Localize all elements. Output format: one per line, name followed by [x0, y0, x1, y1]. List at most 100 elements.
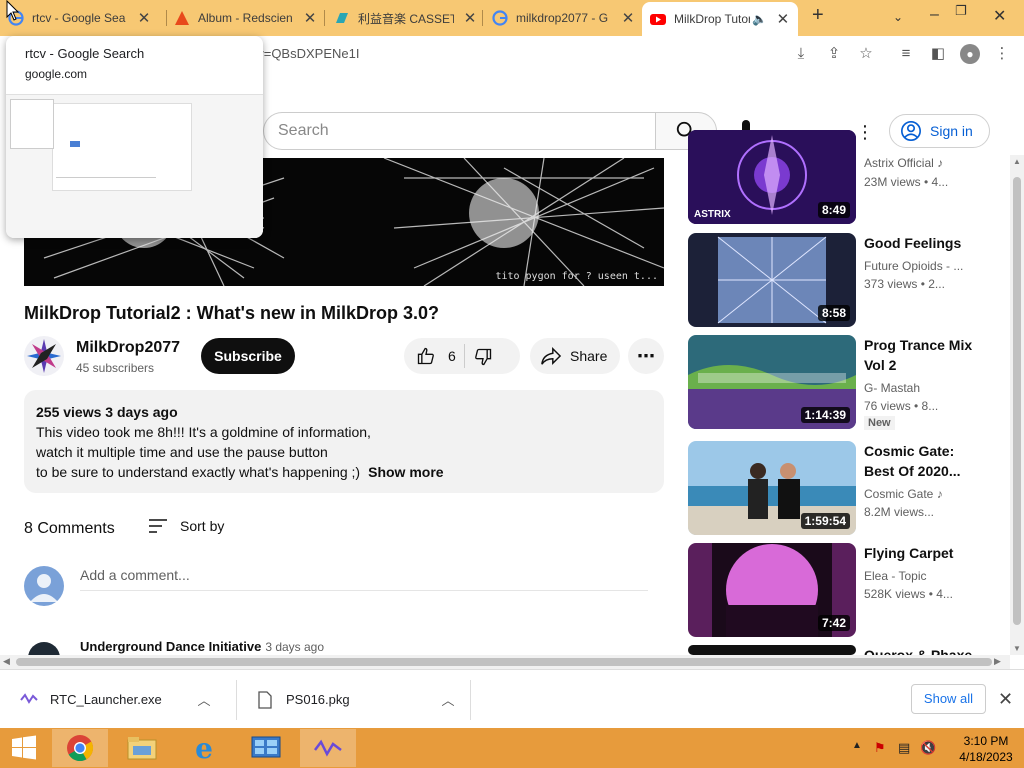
subscriber-count: 45 subscribers	[76, 361, 155, 375]
channel-avatar[interactable]	[24, 336, 64, 376]
channel-name[interactable]: MilkDrop2077	[76, 339, 180, 357]
horizontal-scrollbar[interactable]: ◀ ▶	[0, 655, 1010, 669]
install-app-icon[interactable]: ⤓	[791, 44, 811, 64]
taskbar-chrome[interactable]	[52, 729, 108, 767]
milkdrop-logo-icon	[27, 339, 61, 373]
dislike-button[interactable]	[473, 343, 493, 370]
duration-badge: 7:42	[817, 615, 850, 631]
rec-meta: 23M views • 4...	[864, 175, 949, 189]
show-more-link[interactable]: Show more	[368, 464, 443, 480]
tab-cassette[interactable]: 利益音楽 CASSET ✕	[326, 4, 482, 32]
rec-channel[interactable]: Elea - Topic	[864, 569, 984, 583]
minimize-icon[interactable]: –	[930, 6, 939, 24]
scroll-down-icon[interactable]: ▼	[1013, 644, 1021, 653]
action-center-icon[interactable]: ⚑	[874, 740, 886, 756]
rec-channel[interactable]: G- Mastah	[864, 381, 984, 395]
control-panel-icon	[251, 736, 281, 758]
side-panel-icon[interactable]: ◧	[928, 44, 948, 64]
close-icon[interactable]: ✕	[460, 9, 480, 27]
rec-title[interactable]: Prog Trance Mix Vol 2	[864, 335, 974, 375]
rec-channel[interactable]: Cosmic Gate ♪	[864, 487, 984, 501]
subscribe-button[interactable]: Subscribe	[201, 338, 295, 374]
search-placeholder: Search	[278, 122, 329, 139]
start-button[interactable]	[0, 729, 48, 767]
restore-icon[interactable]: ❐	[955, 3, 967, 19]
close-icon[interactable]: ✕	[998, 689, 1013, 710]
network-icon[interactable]: ▤	[898, 740, 910, 756]
recommendation-item[interactable]: 8:58 Good Feelings Future Opioids - ... …	[688, 233, 998, 327]
recommendation-item[interactable]: 1:14:39 Prog Trance Mix Vol 2 G- Mastah …	[688, 335, 998, 430]
scroll-thumb[interactable]	[1013, 177, 1021, 625]
scroll-thumb[interactable]	[16, 658, 992, 666]
search-input[interactable]: Search	[263, 112, 655, 150]
close-icon[interactable]: ✕	[773, 10, 793, 28]
download-item[interactable]: PS016.pkg ︿	[236, 670, 458, 729]
rec-channel[interactable]: Future Opioids - ...	[864, 259, 984, 273]
speaker-icon[interactable]: 🔈	[752, 12, 767, 26]
person-icon	[30, 574, 58, 602]
tray-overflow-icon[interactable]: ▲	[852, 740, 862, 751]
mouse-cursor-icon	[6, 0, 20, 21]
description-box[interactable]: 255 views 3 days ago This video took me …	[24, 390, 664, 493]
tab-title: milkdrop2077 - G	[516, 11, 609, 25]
rec-title[interactable]: Querox & Phaxe	[864, 645, 974, 655]
tab-album[interactable]: Album - Redscien ✕	[166, 4, 324, 32]
share-button[interactable]: Share	[530, 338, 620, 374]
close-icon[interactable]: ✕	[300, 9, 320, 27]
chevron-up-icon[interactable]: ︿	[438, 690, 458, 709]
share-page-icon[interactable]: ⇪	[824, 44, 844, 64]
close-icon[interactable]: ✕	[134, 9, 154, 27]
taskbar-explorer[interactable]	[114, 729, 170, 767]
tab-title: rtcv - Google Sea	[32, 11, 126, 25]
bookmark-star-icon[interactable]: ☆	[856, 44, 876, 64]
file-icon	[258, 690, 272, 709]
comment-time[interactable]: 3 days ago	[265, 640, 324, 654]
tab-search-icon[interactable]: ⌄	[893, 10, 903, 24]
recommendation-item[interactable]: Querox & Phaxe	[688, 645, 998, 655]
media-control-icon[interactable]: ≡	[896, 44, 916, 64]
taskbar-ie[interactable]: e	[176, 729, 232, 767]
recommendation-item[interactable]: ASTRIX 8:49 Astrix Official ♪ 23M views …	[688, 130, 998, 224]
chevron-up-icon[interactable]: ︿	[194, 690, 214, 709]
sort-by-button[interactable]: Sort by	[148, 518, 224, 534]
scroll-right-icon[interactable]: ▶	[994, 656, 1001, 667]
taskbar-control-panel[interactable]	[238, 729, 294, 767]
vertical-scrollbar[interactable]: ▲ ▼	[1010, 155, 1024, 655]
window-close-icon[interactable]: ✕	[993, 6, 1006, 26]
rec-channel[interactable]: Astrix Official ♪	[864, 156, 984, 170]
add-comment-input[interactable]: Add a comment...	[80, 567, 648, 591]
scroll-left-icon[interactable]: ◀	[3, 656, 10, 667]
rec-title[interactable]: Flying Carpet	[864, 543, 974, 563]
more-actions-button[interactable]: ⋯	[628, 338, 664, 374]
comment-author[interactable]: Underground Dance Initiative	[80, 639, 261, 654]
download-item[interactable]: RTC_Launcher.exe ︿	[0, 670, 214, 729]
scroll-up-icon[interactable]: ▲	[1013, 157, 1021, 166]
close-icon[interactable]: ✕	[618, 9, 638, 27]
video-thumbnail[interactable]: ASTRIX 8:49	[688, 130, 856, 224]
rec-title[interactable]: Good Feelings	[864, 233, 974, 253]
video-thumbnail[interactable]	[688, 645, 856, 655]
show-all-button[interactable]: Show all	[911, 684, 986, 714]
tab-youtube-active[interactable]: MilkDrop Tutori 🔈 ✕	[642, 2, 798, 36]
system-clock[interactable]: 3:10 PM 4/18/2023	[948, 733, 1024, 765]
taskbar-rtc-launcher[interactable]	[300, 729, 356, 767]
video-thumbnail[interactable]: 7:42	[688, 543, 856, 637]
video-thumbnail[interactable]: 1:59:54	[688, 441, 856, 535]
video-thumbnail[interactable]: 1:14:39	[688, 335, 856, 429]
browser-menu-icon[interactable]: ⋮	[992, 44, 1012, 64]
comment-header: Underground Dance Initiative 3 days ago	[80, 639, 324, 654]
duration-badge: 8:49	[817, 202, 850, 218]
sort-by-label: Sort by	[180, 518, 225, 534]
recommendation-item[interactable]: 7:42 Flying Carpet Elea - Topic 528K vie…	[688, 543, 998, 637]
sort-icon	[149, 519, 167, 533]
rec-title[interactable]: Cosmic Gate: Best Of 2020...	[864, 441, 974, 481]
recommendation-item[interactable]: 1:59:54 Cosmic Gate: Best Of 2020... Cos…	[688, 441, 998, 535]
chrome-icon	[67, 735, 94, 762]
video-thumbnail[interactable]: 8:58	[688, 233, 856, 327]
profile-icon[interactable]: ●	[960, 44, 980, 64]
tab-rtcv[interactable]: rtcv - Google Sea ✕	[0, 4, 166, 32]
like-button[interactable]: 6	[404, 346, 456, 366]
new-tab-icon[interactable]: +	[812, 4, 824, 27]
tab-milkdrop-search[interactable]: milkdrop2077 - G ✕	[484, 4, 640, 32]
volume-muted-icon[interactable]: 🔇	[920, 740, 936, 756]
